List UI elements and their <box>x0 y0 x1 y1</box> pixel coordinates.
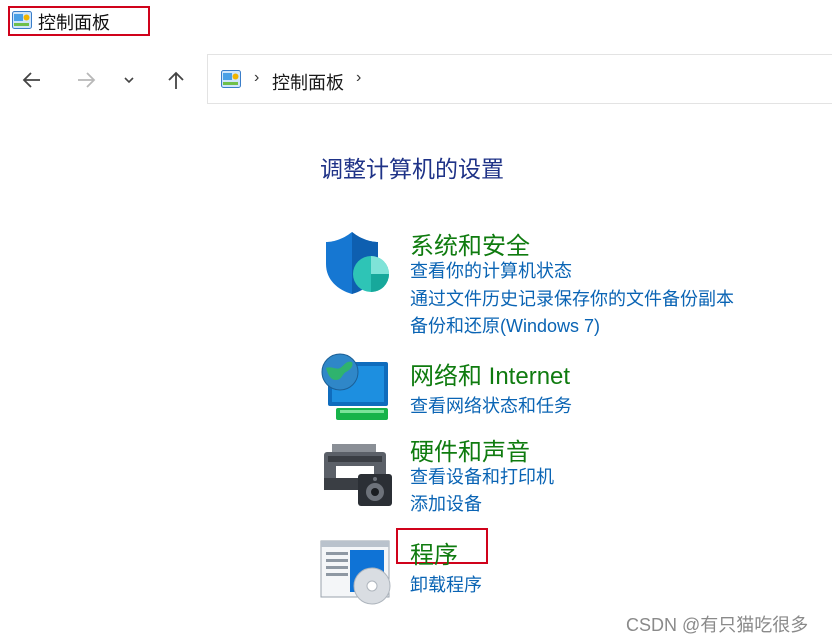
arrow-right-icon <box>78 72 96 88</box>
up-button[interactable] <box>158 52 194 108</box>
category-programs[interactable]: 程序 <box>410 535 458 570</box>
arrow-left-icon <box>22 72 40 88</box>
category-hardware-sound[interactable]: 硬件和声音 <box>410 432 530 467</box>
category-system-security[interactable]: 系统和安全 <box>410 226 530 261</box>
shield-icon <box>326 232 389 294</box>
breadcrumb-control-panel[interactable]: 控制面板 <box>272 69 344 95</box>
chevron-down-icon <box>124 77 134 84</box>
address-bar[interactable]: › 控制面板 › <box>207 54 832 104</box>
programs-disc-icon <box>320 540 391 605</box>
network-globe-icon <box>321 353 388 420</box>
watermark: CSDN @有只猫吃很多 <box>626 615 809 635</box>
window-title: 控制面板 <box>38 13 110 33</box>
forward-button[interactable] <box>68 52 104 108</box>
printer-speaker-icon <box>324 444 392 506</box>
breadcrumb-chevron-icon[interactable]: › <box>254 69 259 87</box>
arrow-up-icon <box>168 71 184 89</box>
link-uninstall-program[interactable]: 卸载程序 <box>410 571 482 597</box>
link-view-devices-printers[interactable]: 查看设备和打印机 <box>410 463 554 489</box>
breadcrumb-chevron-icon[interactable]: › <box>356 69 361 87</box>
category-network-internet[interactable]: 网络和 Internet <box>410 356 570 391</box>
title-bar: 控制面板 <box>0 0 832 42</box>
link-add-device[interactable]: 添加设备 <box>410 490 482 516</box>
back-button[interactable] <box>14 52 50 108</box>
link-file-history-backup[interactable]: 通过文件历史记录保存你的文件备份副本 <box>410 285 734 311</box>
link-network-status-tasks[interactable]: 查看网络状态和任务 <box>410 392 572 418</box>
link-backup-restore[interactable]: 备份和还原(Windows 7) <box>410 312 600 338</box>
recent-locations-button[interactable] <box>116 52 142 108</box>
page-heading: 调整计算机的设置 <box>320 156 504 182</box>
link-view-computer-status[interactable]: 查看你的计算机状态 <box>410 257 572 283</box>
control-panel-icon <box>221 70 241 88</box>
control-panel-icon <box>12 11 32 29</box>
